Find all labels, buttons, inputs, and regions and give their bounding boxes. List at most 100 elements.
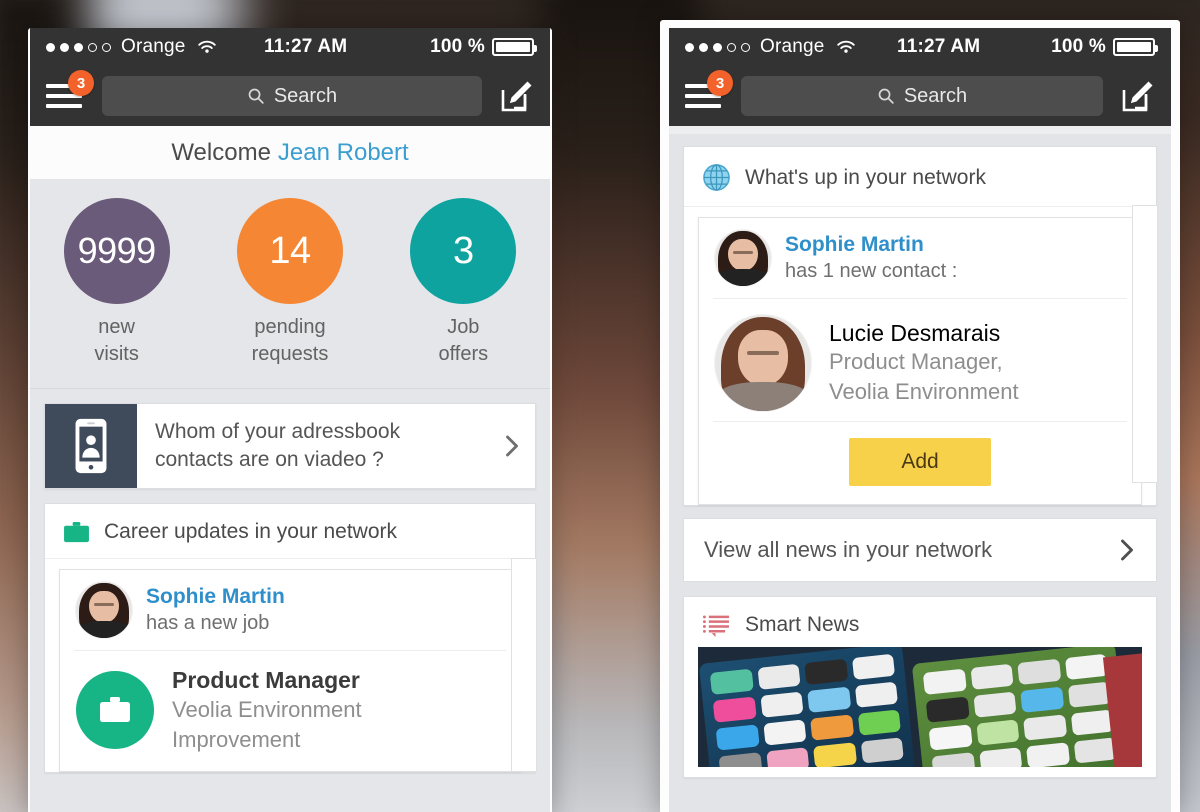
stat-value: 3 — [452, 229, 474, 272]
signal-dot — [699, 42, 708, 52]
battery-icon — [1113, 38, 1158, 56]
phone-left: Orange 11:27 AM 100 % 3 Search Welcome J… — [28, 28, 552, 812]
person-row[interactable]: Sophie Martin has a new job — [60, 570, 520, 650]
signal-dot-empty — [88, 42, 97, 52]
view-all-news-row[interactable]: View all news in your network — [683, 518, 1157, 582]
job-row[interactable]: Product Manager Veolia Environment Impro… — [60, 651, 520, 771]
compose-pencil-icon[interactable] — [494, 76, 536, 116]
search-input[interactable]: Search — [741, 76, 1103, 116]
career-update-item[interactable]: Sophie Martin has a new job Product Mana… — [59, 569, 521, 772]
signal-dot — [74, 42, 83, 52]
chevron-right-icon — [1118, 537, 1136, 563]
job-company-line2: Improvement — [172, 727, 301, 752]
clock-time: 11:27 AM — [897, 36, 981, 57]
briefcase-icon — [63, 521, 90, 544]
nav-bar: 3 Search — [669, 66, 1171, 126]
addressbook-promo-card[interactable]: Whom of your adressbook contacts are on … — [44, 403, 536, 489]
battery-icon — [492, 38, 537, 56]
person-row[interactable]: Sophie Martin has 1 new contact : — [699, 218, 1141, 298]
battery-percent: 100 % — [430, 36, 485, 57]
career-updates-card: Career updates in your network Sophie Ma… — [44, 503, 537, 773]
search-input[interactable]: Search — [102, 76, 482, 116]
stat-label: pending requests — [215, 314, 365, 368]
person-info: Sophie Martin has 1 new contact : — [785, 232, 957, 283]
stat-circle: 9999 — [63, 198, 170, 304]
compose-pencil-icon[interactable] — [1115, 76, 1157, 116]
nav-bar: 3 Search — [30, 66, 550, 126]
search-placeholder: Search — [273, 84, 338, 107]
battery-area: 100 % — [430, 36, 537, 58]
addressbook-line1: Whom of your adressbook — [155, 420, 401, 443]
signal-dot — [685, 42, 694, 52]
contact-row[interactable]: Lucie Desmarais Product Manager, Veolia … — [699, 299, 1141, 421]
carrier-name: Orange — [760, 36, 825, 57]
person-info: Sophie Martin has a new job — [146, 584, 285, 635]
add-contact-button[interactable]: Add — [849, 438, 991, 486]
carousel-peek-card[interactable] — [511, 558, 537, 772]
news-list-icon — [702, 614, 731, 637]
welcome-greeting: Welcome — [171, 138, 271, 166]
addressbook-text: Whom of your adressbook contacts are on … — [137, 404, 489, 488]
network-section-header: What's up in your network — [684, 147, 1156, 207]
stat-label-line1: Job — [447, 316, 480, 338]
signal-dot-empty — [727, 42, 736, 52]
network-news-item[interactable]: Sophie Martin has 1 new contact : Lucie … — [698, 217, 1142, 505]
person-name[interactable]: Sophie Martin — [785, 232, 957, 258]
carrier-name: Orange — [121, 36, 186, 57]
contact-name[interactable]: Lucie Desmarais — [829, 320, 1019, 347]
hamburger-menu-icon[interactable]: 3 — [683, 70, 733, 116]
stat-label-line1: pending — [254, 316, 326, 338]
signal-dot-empty — [741, 42, 750, 52]
signal-strength-dots — [685, 42, 750, 52]
phone-left-screen: Orange 11:27 AM 100 % 3 Search Welcome J… — [30, 28, 550, 812]
status-bar: Orange 11:27 AM 100 % — [669, 28, 1171, 66]
carousel-peek-card[interactable] — [1132, 205, 1158, 483]
iphone-app-icons-photo[interactable] — [698, 647, 1142, 767]
signal-dot-empty — [102, 42, 111, 52]
lucie-desmarais-avatar — [715, 315, 811, 411]
search-icon — [247, 87, 265, 105]
network-section-title: What's up in your network — [745, 165, 986, 189]
contact-info: Lucie Desmarais Product Manager, Veolia … — [829, 320, 1019, 407]
news-thumb-phone-right — [911, 647, 1133, 767]
stat-circle: 14 — [236, 198, 343, 304]
job-title: Product Manager — [172, 667, 360, 693]
stat-new-visits[interactable]: 9999 new visits — [42, 198, 192, 368]
welcome-banner: Welcome Jean Robert — [30, 126, 550, 180]
menu-notification-badge: 3 — [707, 70, 733, 96]
search-icon — [877, 87, 895, 105]
news-thumb-phone-left — [698, 647, 920, 767]
smart-news-card: Smart News — [683, 596, 1157, 778]
stat-circle: 3 — [410, 198, 517, 304]
search-placeholder: Search — [903, 84, 968, 107]
view-all-news-label: View all news in your network — [704, 537, 993, 562]
menu-notification-badge: 3 — [68, 70, 94, 96]
stat-value: 14 — [269, 229, 311, 272]
career-section-header: Career updates in your network — [45, 504, 535, 559]
stat-job-offers[interactable]: 3 Job offers — [388, 198, 538, 368]
battery-percent: 100 % — [1051, 36, 1106, 57]
stat-label-line1: new — [98, 316, 135, 338]
wifi-icon — [835, 39, 857, 55]
stat-label: new visits — [42, 314, 192, 368]
sophie-martin-avatar — [76, 582, 132, 638]
smart-news-header: Smart News — [684, 597, 1156, 647]
sophie-martin-avatar — [715, 230, 771, 286]
hamburger-menu-icon[interactable]: 3 — [44, 70, 94, 116]
globe-icon — [702, 163, 731, 192]
divider — [713, 421, 1127, 422]
signal-dot — [60, 42, 69, 52]
job-company-line1: Veolia Environment — [172, 697, 362, 722]
chevron-right-icon — [489, 404, 535, 488]
contact-role-line1: Product Manager, — [829, 348, 1003, 374]
clock-time: 11:27 AM — [264, 36, 348, 57]
stat-pending-requests[interactable]: 14 pending requests — [215, 198, 365, 368]
battery-area: 100 % — [1051, 36, 1158, 58]
stat-value: 9999 — [77, 230, 157, 271]
stats-row: 9999 new visits 14 pending requests 3 Jo… — [30, 180, 550, 389]
phone-right: Orange 11:27 AM 100 % 3 Search What's up… — [660, 20, 1180, 812]
person-name[interactable]: Sophie Martin — [146, 584, 285, 610]
status-bar: Orange 11:27 AM 100 % — [30, 28, 550, 66]
welcome-user-name[interactable]: Jean Robert — [278, 139, 409, 167]
career-section-title: Career updates in your network — [104, 520, 397, 543]
